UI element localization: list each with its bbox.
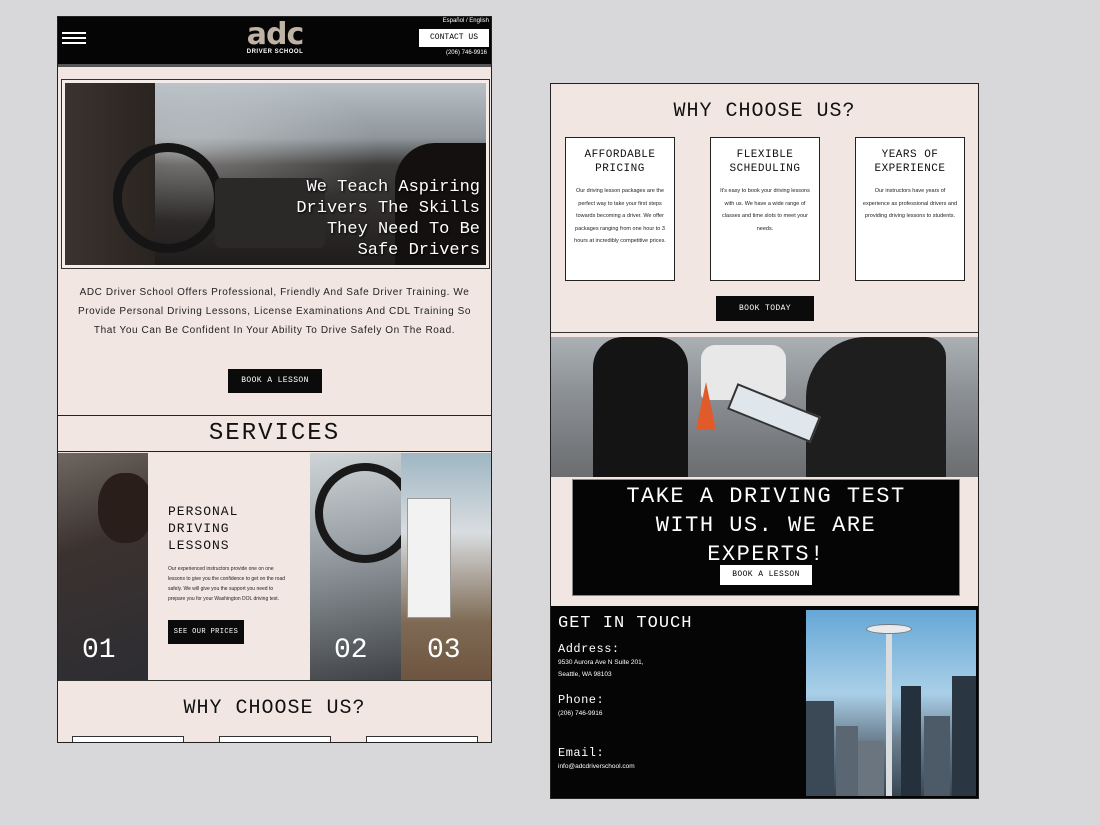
logo[interactable]: adc DRIVER SCHOOL [240, 17, 310, 56]
get-in-touch-section: GET IN TOUCH Address: 9530 Aurora Ave N … [551, 606, 978, 798]
language-switch[interactable]: Español / English [443, 18, 489, 24]
service-image-03: 03 [401, 453, 491, 680]
space-needle-graphic [886, 625, 892, 796]
address-label: Address: [558, 642, 620, 656]
services-heading: SERVICES [58, 415, 491, 452]
email-label: Email: [558, 746, 605, 760]
driving-test-headline: TAKE A DRIVING TEST WITH US. WE ARE EXPE… [626, 484, 906, 567]
why-card-flexible-scheduling: FLEXIBLE SCHEDULING It's easy to book yo… [710, 137, 820, 281]
seattle-skyline-image [806, 610, 976, 796]
email-address[interactable]: info@adcdriverschool.com [558, 761, 635, 773]
why-choose-us-section: WHY CHOOSE US? [58, 680, 491, 742]
header-phone[interactable]: (206) 746-9916 [446, 50, 487, 56]
address-line: 9530 Aurora Ave N Suite 201, [558, 659, 644, 666]
book-a-lesson-button[interactable]: BOOK A LESSON [720, 565, 812, 585]
why-card-title: YEARS OF EXPERIENCE [874, 149, 946, 175]
book-a-lesson-button[interactable]: BOOK A LESSON [228, 369, 322, 393]
service-number: 03 [427, 635, 461, 666]
header-divider [58, 64, 491, 67]
why-card-affordable-pricing: AFFORDABLE PRICING Our driving lesson pa… [565, 137, 675, 281]
why-card-text: It's easy to book your driving lessons w… [720, 188, 810, 232]
site-header: adc DRIVER SCHOOL Español / English CONT… [58, 17, 491, 64]
service-card-title: PERSONAL DRIVING LESSONS [168, 504, 239, 553]
get-in-touch-heading: GET IN TOUCH [558, 614, 693, 633]
why-card-title: AFFORDABLE PRICING [584, 149, 656, 175]
mobile-page-continued-mockup: WHY CHOOSE US? AFFORDABLE PRICING Our dr… [550, 83, 979, 799]
phone-number[interactable]: (206) 746-9916 [558, 708, 602, 720]
why-card-stub [72, 736, 184, 742]
logo-mark: adc [246, 17, 305, 52]
why-card-text: Our instructors have years of experience… [862, 188, 958, 219]
why-choose-us-heading: WHY CHOOSE US? [673, 100, 856, 123]
address-line: Seattle, WA 98103 [558, 671, 612, 678]
logo-subtitle: DRIVER SCHOOL [246, 49, 304, 55]
phone-label: Phone: [558, 693, 605, 707]
why-card-years-experience: YEARS OF EXPERIENCE Our instructors have… [855, 137, 965, 281]
why-card-title: FLEXIBLE SCHEDULING [729, 149, 801, 175]
service-card-text: Our experienced instructors provide one … [168, 566, 286, 602]
contact-us-button[interactable]: CONTACT US [419, 29, 489, 47]
service-image-01: 01 [58, 453, 148, 680]
intro-text: ADC Driver School Offers Professional, F… [77, 287, 472, 336]
why-card-stub [219, 736, 331, 742]
hero-headline: We Teach Aspiring Drivers The Skills The… [296, 178, 480, 260]
why-choose-us-heading: WHY CHOOSE US? [183, 697, 366, 720]
hero-image: We Teach Aspiring Drivers The Skills The… [65, 83, 486, 265]
hamburger-menu-icon[interactable] [62, 32, 86, 44]
service-number: 02 [334, 635, 368, 666]
services-row: 01 PERSONAL DRIVING LESSONS Our experien… [58, 453, 491, 680]
traffic-cone-graphic [696, 382, 716, 430]
why-card-text: Our driving lesson packages are the perf… [574, 188, 666, 244]
service-number: 01 [82, 635, 116, 666]
hero-section: We Teach Aspiring Drivers The Skills The… [61, 79, 490, 269]
steering-wheel-graphic [113, 143, 223, 253]
book-today-button[interactable]: BOOK TODAY [716, 296, 814, 321]
why-card-stub [366, 736, 478, 742]
service-card-personal-lessons: PERSONAL DRIVING LESSONS Our experienced… [148, 453, 310, 680]
see-our-prices-button[interactable]: SEE OUR PRICES [168, 620, 244, 644]
service-image-02: 02 [310, 453, 401, 680]
driving-test-image [551, 337, 978, 477]
driving-test-banner: TAKE A DRIVING TEST WITH US. WE ARE EXPE… [572, 479, 960, 596]
mobile-homepage-mockup: adc DRIVER SCHOOL Español / English CONT… [57, 16, 492, 743]
section-divider [551, 332, 978, 333]
